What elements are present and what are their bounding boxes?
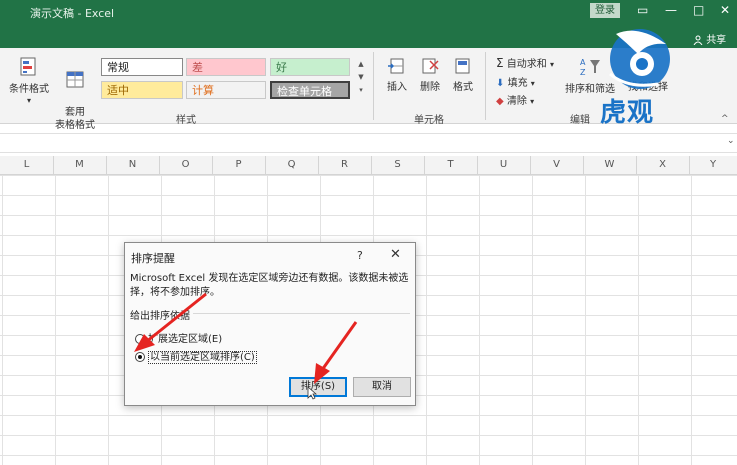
delete-label: 删除	[420, 82, 440, 93]
mouse-cursor-icon	[307, 386, 317, 400]
delete-button[interactable]: 删除	[416, 56, 444, 93]
share-button[interactable]: 共享	[693, 31, 726, 46]
dialog-title: 排序提醒	[131, 252, 175, 265]
svg-text:A: A	[580, 58, 586, 67]
fill-label: 填充	[507, 78, 528, 89]
styles-group-label: 样式	[176, 115, 196, 126]
formula-bar[interactable]	[0, 133, 737, 153]
style-normal[interactable]: 常规	[101, 58, 183, 76]
styles-gallery-scroll[interactable]: ▲ ▼ ▾	[355, 58, 367, 100]
dialog-close-icon[interactable]: ✕	[390, 247, 401, 262]
watermark-text: 虎观	[600, 98, 655, 128]
format-as-table-button[interactable]: 套用 表格格式	[52, 56, 98, 132]
expand-formula-bar-icon[interactable]: ⌄	[727, 136, 735, 146]
maximize-button[interactable]: □	[693, 3, 704, 17]
style-good[interactable]: 好	[270, 58, 350, 76]
format-cells-icon	[455, 58, 470, 74]
style-check-cell[interactable]: 检查单元格	[270, 81, 350, 99]
window-title: 演示文稿 - Excel	[30, 7, 115, 20]
autosum-label: 自动求和	[506, 59, 547, 70]
delete-cells-icon	[422, 58, 439, 74]
column-header[interactable]: T	[424, 159, 477, 170]
insert-button[interactable]: 插入	[383, 56, 411, 93]
column-header[interactable]: V	[530, 159, 583, 170]
format-label: 格式	[453, 82, 473, 93]
group-separator	[485, 52, 486, 120]
person-icon	[693, 35, 703, 46]
format-as-table-label: 套用 表格格式	[55, 107, 95, 131]
conditional-format-button[interactable]: 条件格式▾	[8, 56, 50, 106]
column-header[interactable]: L	[0, 159, 53, 170]
fill-button[interactable]: ⬇ 填充 ▾	[496, 74, 535, 89]
column-header[interactable]: R	[318, 159, 371, 170]
annotation-arrow-radio	[134, 292, 207, 352]
svg-text:Z: Z	[580, 68, 586, 77]
column-header[interactable]: M	[53, 159, 106, 170]
close-button[interactable]: ✕	[720, 3, 730, 17]
column-header[interactable]: P	[212, 159, 265, 170]
column-header[interactable]: Y	[689, 159, 737, 170]
style-calculation[interactable]: 计算	[186, 81, 266, 99]
format-button[interactable]: 格式	[449, 56, 477, 93]
column-header[interactable]: U	[477, 159, 530, 170]
column-header[interactable]: W	[583, 159, 636, 170]
column-header[interactable]: Q	[265, 159, 318, 170]
style-neutral[interactable]: 适中	[101, 81, 183, 99]
annotation-arrow-sort	[314, 321, 358, 384]
autosum-button[interactable]: Σ 自动求和 ▾	[496, 55, 554, 70]
conditional-format-icon	[20, 57, 36, 76]
cells-group-label: 单元格	[414, 115, 444, 126]
editing-group-label: 编辑	[570, 115, 590, 126]
insert-label: 插入	[387, 82, 407, 93]
clear-label: 清除	[506, 96, 527, 107]
eraser-icon: ◆	[496, 96, 504, 107]
conditional-format-label: 条件格式	[9, 84, 49, 95]
table-format-icon	[66, 71, 84, 88]
watermark-logo: 虎观	[598, 14, 678, 128]
sigma-icon: Σ	[496, 56, 504, 70]
column-header[interactable]: N	[106, 159, 159, 170]
share-label: 共享	[706, 35, 727, 46]
clear-button[interactable]: ◆ 清除 ▾	[496, 92, 534, 107]
column-header[interactable]: S	[371, 159, 424, 170]
collapse-ribbon-icon[interactable]: ^	[721, 114, 729, 124]
fill-down-icon: ⬇	[496, 78, 505, 89]
style-bad[interactable]: 差	[186, 58, 266, 76]
column-headers: L M N O P Q R S T U V W X Y	[0, 156, 737, 175]
insert-cells-icon	[388, 58, 404, 74]
column-header[interactable]: O	[159, 159, 212, 170]
group-separator	[373, 52, 374, 120]
help-icon[interactable]: ?	[357, 249, 363, 262]
watermark-emblem-icon	[609, 29, 670, 89]
column-header[interactable]: X	[636, 159, 689, 170]
